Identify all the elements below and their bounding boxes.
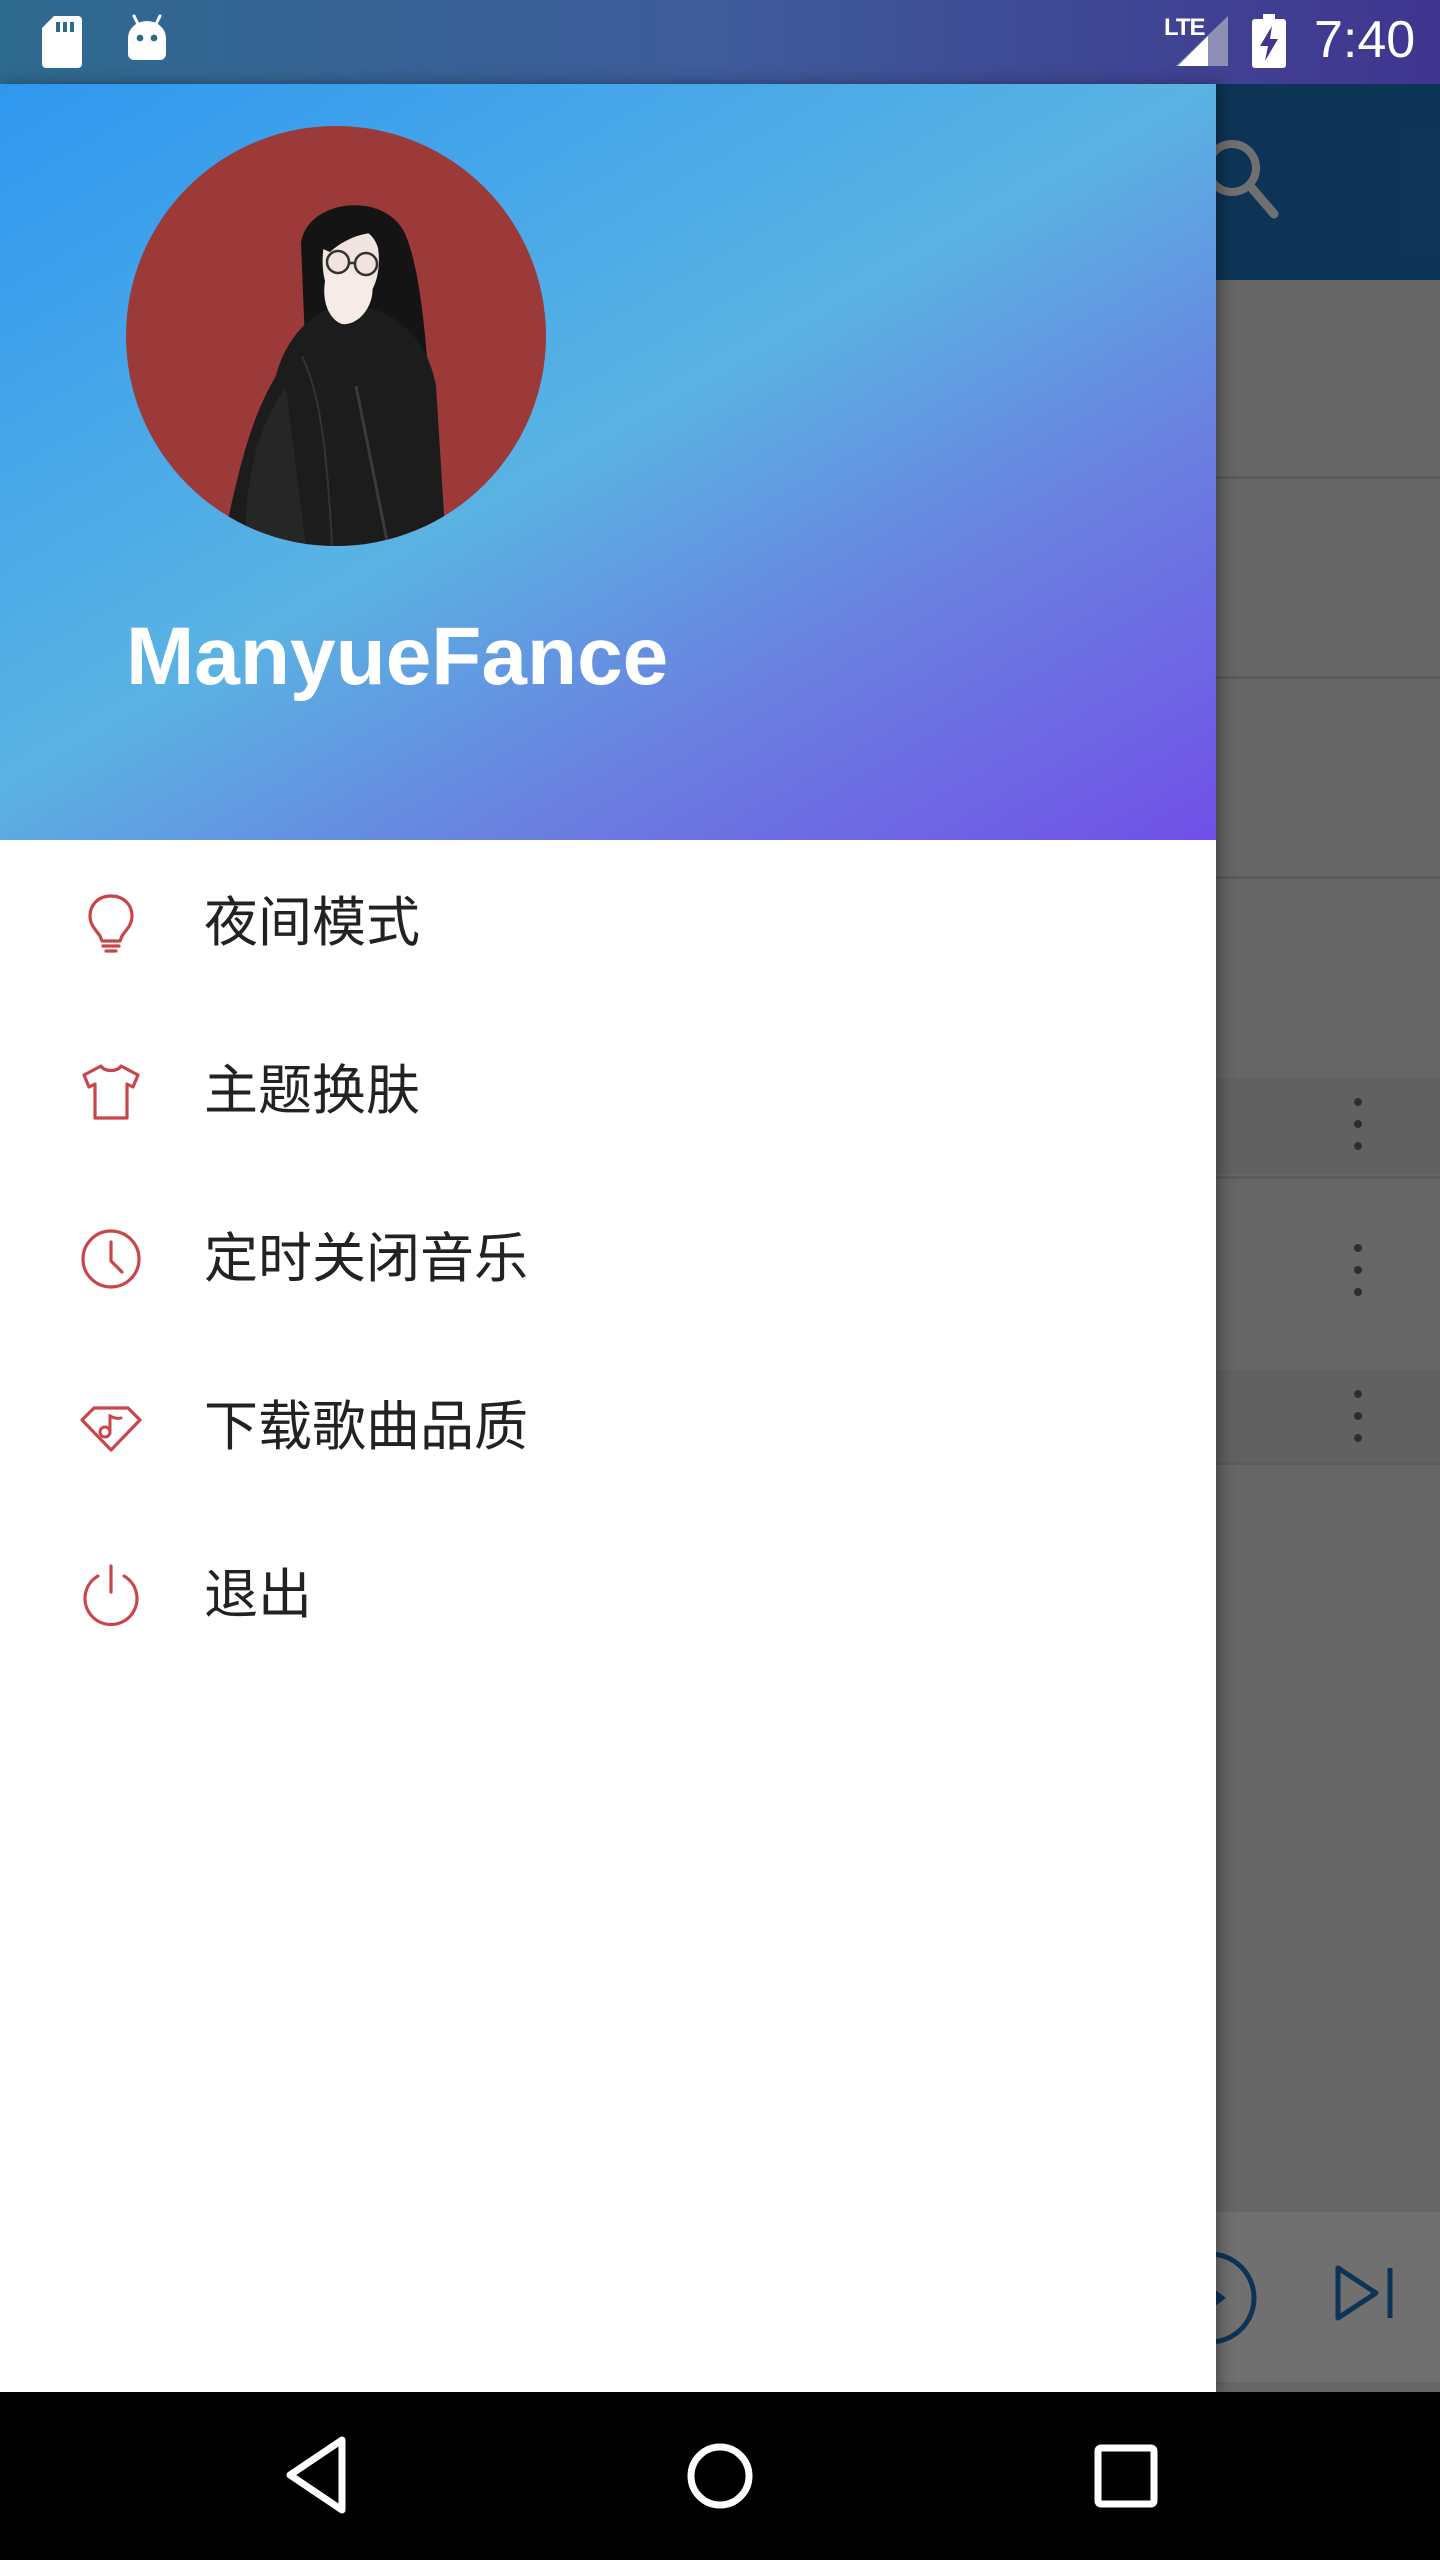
music-tag-icon bbox=[80, 1406, 142, 1452]
menu-item-download-quality[interactable]: 下载歌曲品质 bbox=[0, 1352, 1216, 1502]
recents-icon[interactable] bbox=[1090, 2436, 1162, 2516]
avatar[interactable] bbox=[126, 126, 546, 546]
signal-icon bbox=[1176, 16, 1228, 66]
username: ManyueFance bbox=[126, 611, 669, 702]
lightbulb-icon bbox=[88, 894, 134, 953]
menu-item-exit[interactable]: 退出 bbox=[0, 1520, 1216, 1670]
menu-item-label: 主题换肤 bbox=[204, 1059, 420, 1122]
home-icon[interactable] bbox=[684, 2436, 756, 2516]
tshirt-icon bbox=[82, 1064, 140, 1120]
menu-item-label: 定时关闭音乐 bbox=[204, 1227, 528, 1290]
menu-item-night-mode[interactable]: 夜间模式 bbox=[0, 848, 1216, 998]
system-navigation-bar bbox=[0, 2392, 1440, 2560]
status-clock: 7:40 bbox=[1314, 11, 1416, 69]
android-icon bbox=[128, 14, 166, 61]
back-icon[interactable] bbox=[282, 2432, 352, 2518]
menu-item-label: 夜间模式 bbox=[204, 891, 420, 954]
drawer-header: ManyueFance bbox=[0, 84, 1216, 840]
battery-charging-icon bbox=[1252, 14, 1286, 68]
sd-card-icon bbox=[42, 16, 82, 68]
clock-icon bbox=[81, 1229, 141, 1289]
power-icon bbox=[83, 1564, 139, 1627]
menu-item-label: 下载歌曲品质 bbox=[204, 1395, 528, 1458]
status-bar: LTE 7:40 bbox=[0, 0, 1440, 84]
menu-item-theme-skin[interactable]: 主题换肤 bbox=[0, 1016, 1216, 1166]
avatar-illustration bbox=[222, 205, 446, 546]
menu-item-label: 退出 bbox=[204, 1563, 312, 1626]
navigation-drawer: ManyueFance 夜间模式 主题换肤 定时关闭音乐 下载歌曲品质 退出 bbox=[0, 84, 1216, 2392]
menu-item-sleep-timer[interactable]: 定时关闭音乐 bbox=[0, 1184, 1216, 1334]
